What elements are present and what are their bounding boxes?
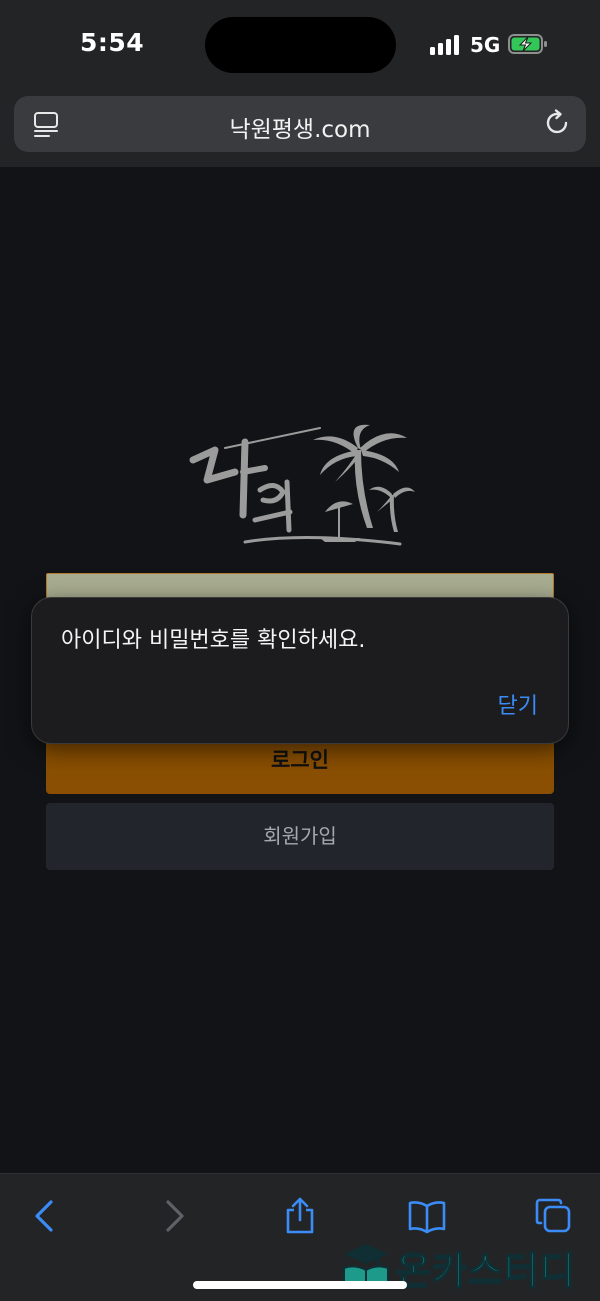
url-text[interactable]: 낙원평생.com	[14, 110, 586, 144]
battery-charging-icon	[508, 34, 547, 54]
network-type: 5G	[470, 33, 501, 57]
share-icon[interactable]	[280, 1196, 320, 1236]
watermark-text: 온카스터디	[395, 1248, 576, 1294]
site-logo	[189, 424, 415, 546]
forward-icon[interactable]	[155, 1196, 195, 1236]
dynamic-island	[205, 17, 396, 73]
browser-top-chrome: 5:54 5G 낙원평생.com	[0, 0, 600, 167]
safari-screen: 5:54 5G 낙원평생.com 로그인 회원가입 아이디와 비밀번호를 확인하…	[0, 0, 600, 1301]
reload-icon[interactable]	[542, 108, 572, 138]
alert-close-button[interactable]: 닫기	[498, 688, 538, 720]
back-icon[interactable]	[24, 1196, 64, 1236]
tabs-icon[interactable]	[534, 1196, 574, 1236]
alert-dialog: 아이디와 비밀번호를 확인하세요. 닫기	[31, 597, 569, 744]
home-indicator[interactable]	[193, 1281, 407, 1289]
bookmarks-icon[interactable]	[407, 1196, 447, 1236]
signup-button[interactable]: 회원가입	[46, 803, 554, 870]
cellular-signal-icon	[430, 33, 462, 55]
alert-message: 아이디와 비밀번호를 확인하세요.	[61, 628, 366, 653]
address-bar[interactable]: 낙원평생.com	[14, 96, 586, 152]
status-time: 5:54	[80, 28, 145, 57]
